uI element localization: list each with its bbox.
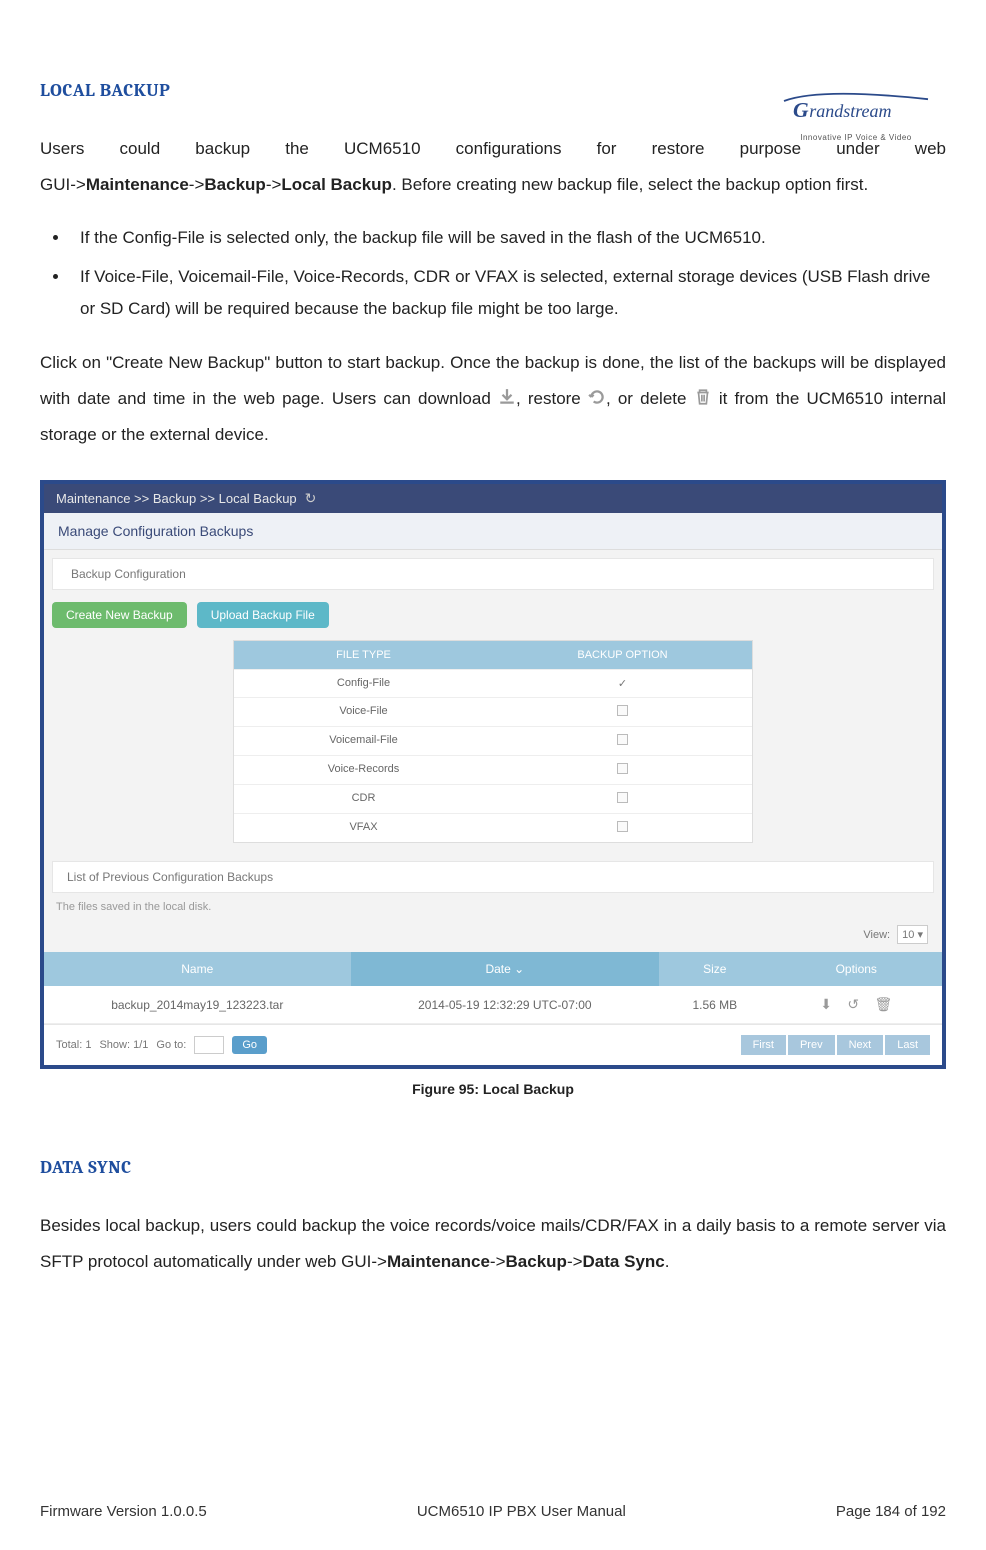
view-control: View: 10 ▾: [44, 921, 942, 952]
backup-name: backup_2014may19_123223.tar: [44, 986, 351, 1024]
pager-prev[interactable]: Prev: [788, 1035, 835, 1055]
figure-caption: Figure 95: Local Backup: [40, 1081, 946, 1097]
breadcrumb-text: Maintenance >> Backup >> Local Backup: [56, 491, 297, 506]
checkbox[interactable]: [617, 763, 628, 774]
pager-first[interactable]: First: [741, 1035, 786, 1055]
backup-config-table: FILE TYPE BACKUP OPTION Config-File ✓ Vo…: [233, 640, 753, 843]
go-button[interactable]: Go: [232, 1036, 267, 1054]
table-row: Voice-File: [234, 697, 752, 726]
download-icon[interactable]: ⬇: [820, 996, 832, 1012]
logo-tagline: Innovative IP Voice & Video: [766, 133, 946, 142]
backup-date: 2014-05-19 12:32:29 UTC-07:00: [351, 986, 660, 1024]
table-row: Voice-Records: [234, 755, 752, 784]
checkmark-icon[interactable]: ✓: [618, 678, 627, 690]
goto-label: Go to:: [156, 1039, 186, 1051]
breadcrumb-bar: Maintenance >> Backup >> Local Backup ↻: [44, 484, 942, 513]
restore-icon[interactable]: ↺: [847, 996, 859, 1012]
col-name[interactable]: Name: [44, 952, 351, 986]
bullet-item: If Voice-File, Voicemail-File, Voice-Rec…: [70, 261, 946, 326]
table-row: CDR: [234, 784, 752, 813]
pager: First Prev Next Last: [741, 1035, 930, 1055]
col-date[interactable]: Date ⌄: [351, 952, 660, 986]
page-footer: Firmware Version 1.0.0.5 UCM6510 IP PBX …: [40, 1503, 946, 1520]
col-options: Options: [771, 952, 943, 986]
show-label: Show: 1/1: [99, 1039, 148, 1051]
col-file-type: FILE TYPE: [234, 641, 493, 669]
bullet-item: If the Config-File is selected only, the…: [70, 222, 946, 254]
table-row: backup_2014may19_123223.tar 2014-05-19 1…: [44, 986, 942, 1024]
backup-size: 1.56 MB: [659, 986, 770, 1024]
table-row: VFAX: [234, 813, 752, 842]
pager-last[interactable]: Last: [885, 1035, 930, 1055]
heading-data-sync: DATA SYNC: [40, 1157, 946, 1178]
table-footer: Total: 1 Show: 1/1 Go to: Go First Prev …: [44, 1024, 942, 1065]
intro-line2-post: . Before creating new backup file, selec…: [392, 175, 868, 194]
panel-title: Manage Configuration Backups: [44, 513, 942, 550]
pager-next[interactable]: Next: [837, 1035, 884, 1055]
intro-b3: Local Backup: [281, 175, 392, 194]
create-new-backup-button[interactable]: Create New Backup: [52, 602, 187, 628]
checkbox[interactable]: [617, 821, 628, 832]
checkbox[interactable]: [617, 705, 628, 716]
download-icon: [498, 383, 516, 401]
svg-text:G: G: [793, 98, 809, 122]
list-section-header: List of Previous Configuration Backups: [52, 861, 934, 893]
upload-backup-file-button[interactable]: Upload Backup File: [197, 602, 329, 628]
restore-icon: [588, 383, 606, 401]
document-title: UCM6510 IP PBX User Manual: [417, 1503, 626, 1520]
grandstream-logo-icon: G randstream: [766, 90, 946, 130]
table-row: Voicemail-File: [234, 726, 752, 755]
bullet-list: If the Config-File is selected only, the…: [70, 222, 946, 325]
screenshot-figure: Maintenance >> Backup >> Local Backup ↻ …: [40, 480, 946, 1069]
table-row: Config-File ✓: [234, 669, 752, 697]
view-select[interactable]: 10 ▾: [897, 925, 928, 944]
refresh-icon[interactable]: ↻: [305, 490, 317, 507]
delete-icon: [694, 383, 712, 401]
data-sync-paragraph: Besides local backup, users could backup…: [40, 1208, 946, 1279]
col-backup-option: BACKUP OPTION: [493, 641, 752, 669]
col-size[interactable]: Size: [659, 952, 770, 986]
brand-logo: G randstream Innovative IP Voice & Video: [766, 90, 946, 150]
delete-icon[interactable]: 🗑: [874, 996, 892, 1012]
backup-list-table: Name Date ⌄ Size Options backup_2014may1…: [44, 952, 942, 1024]
intro-b2: Backup: [204, 175, 265, 194]
toolbar: Create New Backup Upload Backup File: [44, 590, 942, 640]
intro-b1: Maintenance: [86, 175, 189, 194]
panel-subtitle: Backup Configuration: [52, 558, 934, 590]
firmware-version: Firmware Version 1.0.0.5: [40, 1503, 207, 1520]
svg-text:randstream: randstream: [809, 101, 891, 121]
list-note: The files saved in the local disk.: [44, 893, 942, 921]
checkbox[interactable]: [617, 734, 628, 745]
intro-line2-pre: GUI->: [40, 175, 86, 194]
total-label: Total: 1: [56, 1039, 91, 1051]
goto-input[interactable]: [194, 1036, 224, 1054]
page-number: Page 184 of 192: [836, 1503, 946, 1520]
checkbox[interactable]: [617, 792, 628, 803]
action-paragraph: Click on "Create New Backup" button to s…: [40, 345, 946, 452]
